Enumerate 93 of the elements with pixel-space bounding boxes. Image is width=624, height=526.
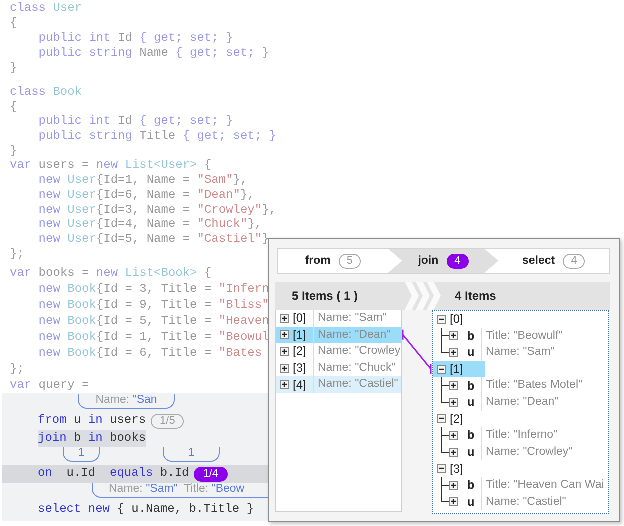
- expand-icon[interactable]: [280, 346, 289, 356]
- expand-icon[interactable]: [449, 448, 458, 457]
- list-row[interactable]: [1] Name: "Dean": [276, 326, 401, 344]
- code-line: new Book{Id = 5, Title = "Heaven: [38, 313, 270, 330]
- item-value: Title: "Inferno": [481, 427, 558, 444]
- item-index: [3]: [450, 462, 464, 476]
- code-line: {: [10, 16, 18, 31]
- expand-icon[interactable]: [449, 331, 458, 340]
- member-name: u: [466, 345, 476, 360]
- list-row[interactable]: [4] Name: "Castiel": [276, 376, 401, 393]
- collapse-icon[interactable]: [437, 464, 446, 474]
- list-row[interactable]: [2] Name: "Crowley: [276, 343, 401, 360]
- item-index: [1]: [450, 362, 464, 376]
- expand-icon[interactable]: [449, 381, 458, 390]
- code-line: }: [10, 61, 18, 76]
- item-index: [2]: [293, 344, 308, 358]
- item-index: [0]: [450, 312, 464, 326]
- expand-icon[interactable]: [449, 398, 458, 407]
- code-line: new User{Id=3, Name = "Crowley"},: [38, 202, 276, 218]
- expand-icon[interactable]: [449, 497, 458, 506]
- item-value: Name: "Dean": [313, 326, 391, 344]
- count-badge: 1/4: [194, 466, 228, 482]
- code-line: from u in users: [38, 412, 146, 430]
- code-line: var books = new List<Book> {: [10, 265, 212, 282]
- expand-icon[interactable]: [280, 380, 289, 390]
- collapse-icon[interactable]: [437, 314, 446, 324]
- code-line: new User{Id=5, Name = "Castiel"}: [38, 232, 270, 247]
- count-badge: 5: [338, 254, 361, 268]
- code-line: public string Title { get; set; }: [38, 129, 276, 144]
- header-label: 4 Items: [455, 289, 496, 303]
- item-value: Title: "Heaven Can Wai: [481, 476, 604, 494]
- item-value: Name: "Dean": [481, 394, 559, 411]
- collapse-icon[interactable]: [437, 414, 446, 424]
- stage-tab[interactable]: from 5: [278, 249, 388, 273]
- item-value: Name: "Castiel": [313, 376, 398, 393]
- count-badge: 4: [563, 254, 586, 268]
- item-index: [4]: [293, 378, 308, 392]
- expand-icon[interactable]: [280, 314, 289, 323]
- code-line: public int Id { get; set; }: [38, 31, 234, 46]
- expand-icon[interactable]: [449, 348, 458, 357]
- tree-node[interactable]: [0]: [433, 311, 485, 328]
- count-badge: 1/5: [151, 414, 184, 428]
- code-line: new Book{Id = 9, Title = "Bliss": [38, 297, 270, 314]
- item-index: [3]: [293, 361, 308, 376]
- expand-icon[interactable]: [280, 364, 289, 373]
- code-line: }: [10, 144, 18, 158]
- member-name: b: [466, 478, 476, 492]
- code-line: };: [10, 246, 24, 262]
- expand-icon[interactable]: [280, 330, 289, 340]
- collapse-icon[interactable]: [437, 364, 446, 374]
- item-index: [2]: [450, 412, 464, 426]
- tree-node[interactable]: [1]: [433, 360, 485, 378]
- item-value: Name: "Crowley": [481, 444, 573, 460]
- member-name: u: [466, 395, 476, 410]
- tree-node[interactable]: [3]: [433, 460, 485, 477]
- code-line: select new { u.Name, b.Title }: [38, 500, 254, 518]
- code-line: new User{Id=1, Name = "Sam"},: [38, 173, 248, 188]
- hint-bubble: Name: "San: [78, 394, 175, 410]
- member-name: u: [466, 445, 476, 460]
- code-line: };: [10, 361, 24, 378]
- member-name: b: [466, 378, 476, 393]
- code-line: new User{Id=6, Name = "Dean"},: [38, 188, 255, 203]
- code-line: public int Id { get; set; }: [38, 114, 234, 130]
- header-label: 5 Items ( 1 ): [292, 289, 360, 303]
- count-badge: 4: [446, 254, 469, 268]
- code-line: var query =: [10, 377, 90, 394]
- code-line: on u.Id equals b.Id: [38, 465, 190, 482]
- item-value: Name: "Castiel": [481, 494, 566, 510]
- code-line: new Book{Id = 3, Title = "Infern: [38, 281, 270, 298]
- code-line: class Book: [10, 85, 82, 100]
- code-line: class User: [10, 1, 82, 16]
- tree-node[interactable]: [2]: [433, 410, 485, 428]
- stage-tab[interactable]: join 4: [388, 249, 499, 273]
- item-value: Name: "Crowley: [313, 343, 401, 360]
- code-line: public string Name { get; set; }: [38, 46, 270, 61]
- item-index: [0]: [293, 311, 308, 326]
- item-value: Title: "Beowulf": [481, 328, 563, 344]
- code-line: new Book{Id = 6, Title = "Bates: [38, 345, 262, 362]
- stage-tab[interactable]: select 4: [498, 249, 609, 273]
- code-line: var users = new List<User> {: [10, 158, 212, 174]
- hint-bubble: 1: [63, 447, 100, 462]
- code-line: new User{Id=4, Name = "Chuck"},: [38, 217, 262, 232]
- item-value: Title: "Bates Motel": [481, 377, 583, 394]
- expand-icon[interactable]: [449, 430, 458, 440]
- expand-icon[interactable]: [449, 480, 458, 490]
- connector-line: [402, 329, 432, 375]
- member-name: b: [466, 328, 476, 343]
- member-name: b: [466, 428, 476, 442]
- item-index: [1]: [293, 328, 308, 342]
- member-name: u: [466, 494, 476, 509]
- code-line: {: [10, 100, 18, 114]
- hint-bubble: 1: [163, 447, 220, 462]
- code-line: new Book{Id = 1, Title = "Beowul: [38, 329, 270, 346]
